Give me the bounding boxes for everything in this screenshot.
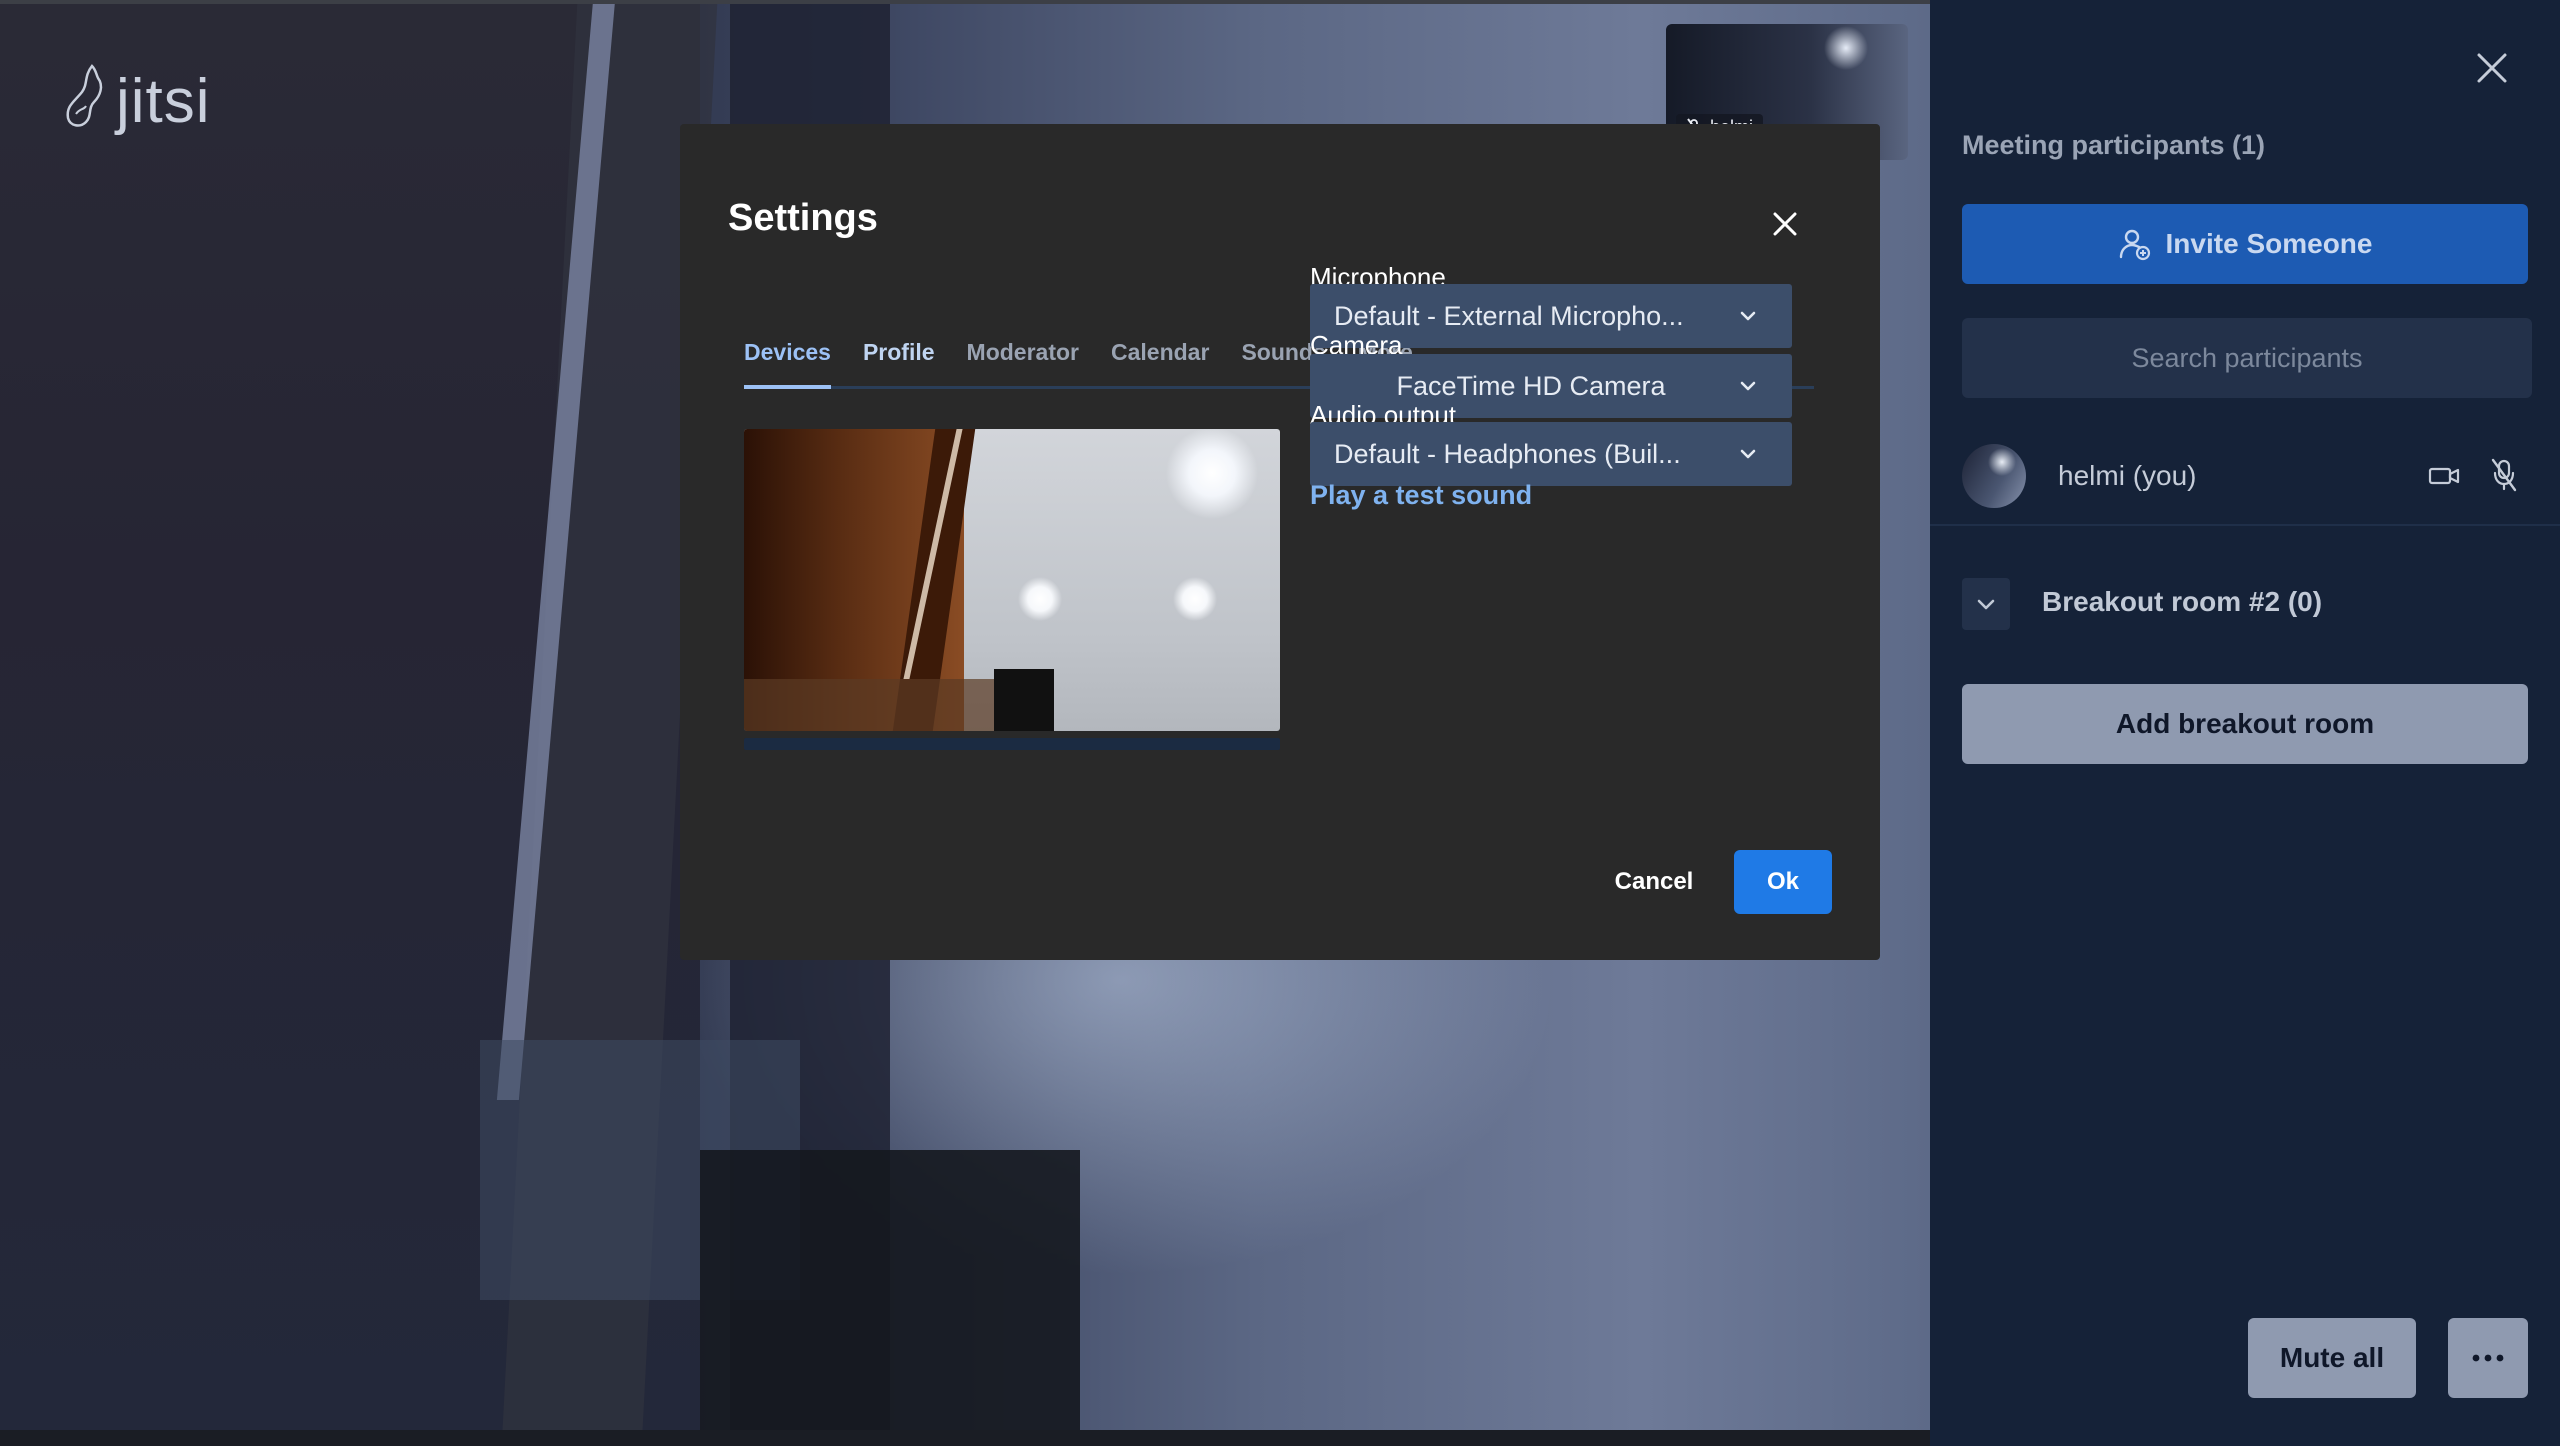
preview-image-part <box>994 669 1054 731</box>
jitsi-logo: jitsi <box>62 62 211 136</box>
preview-image-part <box>744 679 1004 731</box>
ellipsis-icon <box>2472 1354 2504 1362</box>
tab-calendar[interactable]: Calendar <box>1111 338 1209 386</box>
participant-name: helmi (you) <box>2058 460 2197 491</box>
chevron-down-icon <box>1740 381 1756 391</box>
play-test-sound-link[interactable]: Play a test sound <box>1310 480 1532 511</box>
cancel-button[interactable]: Cancel <box>1590 850 1718 914</box>
mute-all-button[interactable]: Mute all <box>2248 1318 2416 1398</box>
close-panel-button[interactable] <box>2464 40 2520 96</box>
mic-muted-icon <box>2491 458 2517 492</box>
close-dialog-button[interactable] <box>1763 202 1807 246</box>
camera-icon <box>2428 467 2460 485</box>
settings-dialog: Settings Devices Profile Moderator Calen… <box>680 124 1880 960</box>
audio-output-select[interactable]: Default - Headphones (Buil... <box>1310 422 1792 486</box>
jitsi-logo-icon <box>66 64 103 127</box>
more-options-button[interactable] <box>2448 1318 2528 1398</box>
ok-button[interactable]: Ok <box>1734 850 1832 914</box>
video-background <box>700 1150 1080 1430</box>
add-person-icon <box>2119 229 2150 261</box>
camera-preview <box>744 429 1280 731</box>
tab-devices[interactable]: Devices <box>744 338 831 389</box>
search-participants-input[interactable] <box>1962 318 2532 398</box>
chevron-down-icon <box>1740 449 1756 459</box>
camera-value: FaceTime HD Camera <box>1396 371 1666 401</box>
logo-text: jitsi <box>116 67 211 136</box>
breakout-room-toggle[interactable] <box>1962 578 2010 630</box>
audio-level-meter <box>744 738 1280 750</box>
invite-label: Invite Someone <box>2165 228 2373 259</box>
add-breakout-room-button[interactable]: Add breakout room <box>1962 684 2528 764</box>
breakout-room-label[interactable]: Breakout room #2 (0) <box>2042 586 2322 618</box>
participants-title: Meeting participants (1) <box>1962 130 2266 160</box>
audio-output-value: Default - Headphones (Buil... <box>1334 439 1681 469</box>
avatar <box>1962 444 2026 508</box>
chevron-down-icon <box>1977 599 1995 610</box>
invite-someone-button[interactable]: Invite Someone <box>1962 204 2528 284</box>
close-icon <box>1773 212 1797 236</box>
tab-profile[interactable]: Profile <box>863 338 935 386</box>
dialog-title: Settings <box>728 197 878 239</box>
bottom-edge <box>0 1430 1930 1446</box>
close-icon <box>2477 53 2507 83</box>
microphone-value: Default - External Micropho... <box>1334 301 1684 331</box>
participant-row[interactable]: helmi (you) <box>1930 440 2560 526</box>
tab-moderator[interactable]: Moderator <box>967 338 1079 386</box>
chevron-down-icon <box>1740 311 1756 321</box>
